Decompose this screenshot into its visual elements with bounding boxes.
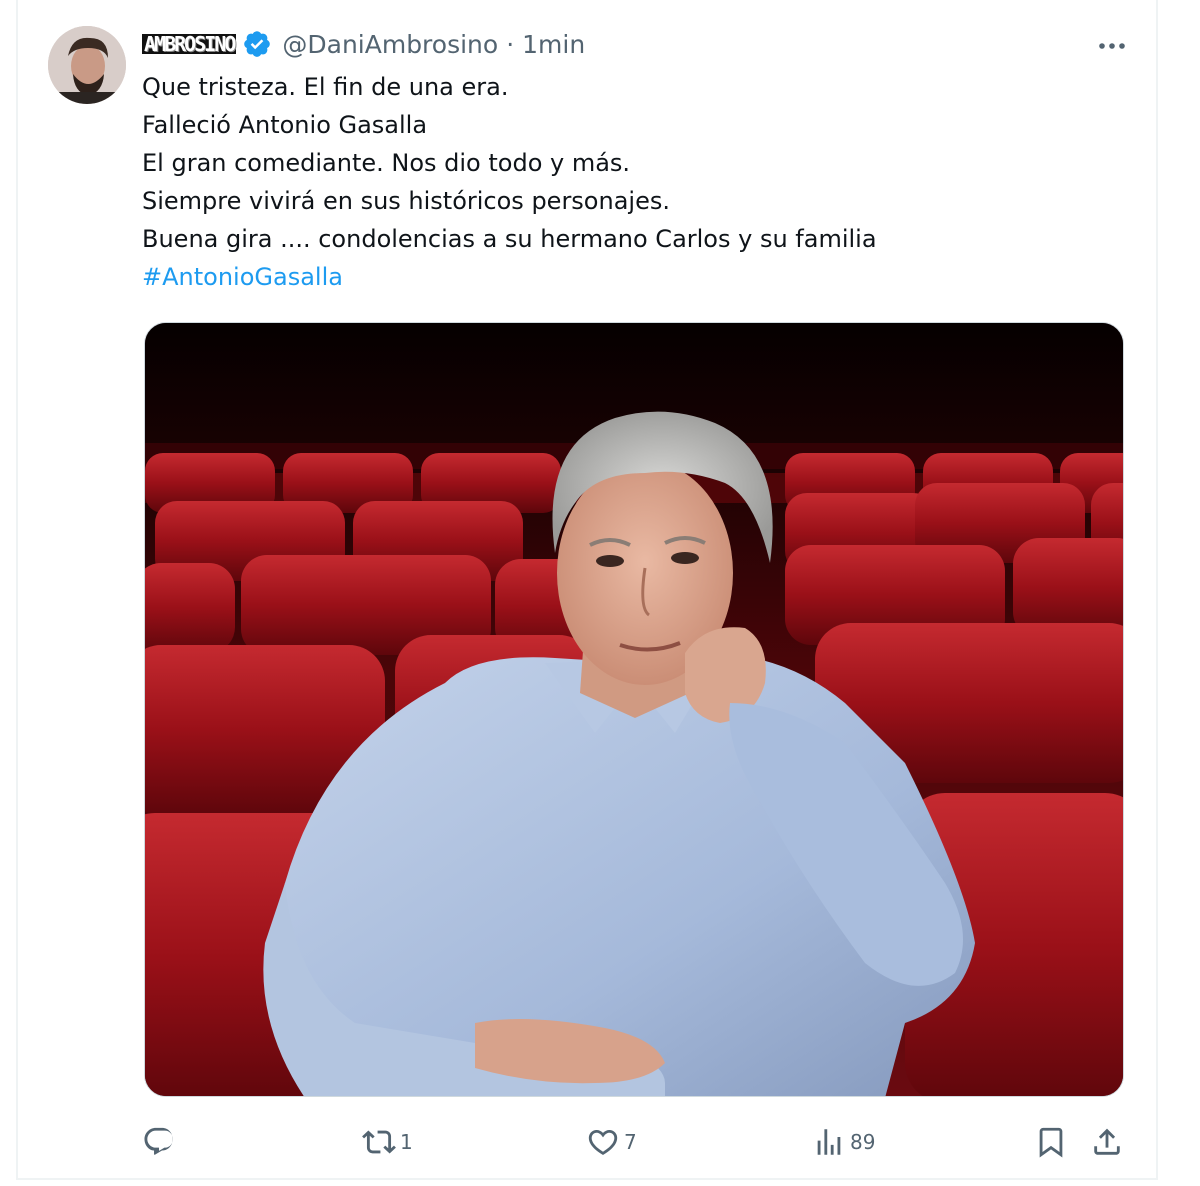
tweet-text-line: Que tristeza. El fin de una era. xyxy=(142,73,509,101)
like-button[interactable]: 7 xyxy=(586,1118,637,1166)
tweet-text-line: El gran comediante. Nos dio todo y más. xyxy=(142,149,631,177)
tweet-text-line: Siempre vivirá en sus históricos persona… xyxy=(142,187,670,215)
tweet-actions: 1 7 89 xyxy=(142,1118,1132,1166)
avatar[interactable] xyxy=(48,26,126,104)
heart-icon xyxy=(588,1129,618,1155)
bookmark-icon xyxy=(1039,1127,1063,1158)
tweet-text-line: Falleció Antonio Gasalla xyxy=(142,111,428,139)
more-options-button[interactable] xyxy=(1090,26,1134,66)
verified-badge-icon[interactable] xyxy=(242,29,272,59)
tweet-header: AMBROSINO @DaniAmbrosino · 1min xyxy=(142,24,585,64)
photo-icon xyxy=(145,323,1123,1096)
tweet-photo[interactable] xyxy=(144,322,1124,1097)
reply-icon xyxy=(144,1127,173,1155)
hashtag-link[interactable]: #AntonioGasalla xyxy=(142,258,1132,296)
avatar-image xyxy=(48,26,126,104)
share-button[interactable] xyxy=(1090,1118,1124,1166)
views-button[interactable]: 89 xyxy=(812,1118,875,1166)
retweet-count: 1 xyxy=(400,1130,413,1154)
separator-dot: · xyxy=(506,29,515,59)
retweet-button[interactable]: 1 xyxy=(362,1118,413,1166)
tweet-card[interactable]: AMBROSINO @DaniAmbrosino · 1min Que tris… xyxy=(16,0,1158,1180)
share-icon xyxy=(1094,1128,1120,1155)
more-dots-icon xyxy=(1099,43,1125,49)
tweet-timestamp[interactable]: 1min xyxy=(522,30,585,59)
author-handle[interactable]: @DaniAmbrosino xyxy=(282,30,498,59)
bookmark-button[interactable] xyxy=(1034,1118,1068,1166)
views-count: 89 xyxy=(850,1130,876,1154)
views-icon xyxy=(817,1129,841,1155)
reply-button[interactable] xyxy=(142,1118,180,1166)
tweet-text-line: Buena gira .... condolencias a su herman… xyxy=(142,225,877,253)
retweet-icon xyxy=(362,1130,396,1154)
like-count: 7 xyxy=(624,1130,637,1154)
tweet-text: Que tristeza. El fin de una era. Falleci… xyxy=(142,68,1132,296)
display-name[interactable]: AMBROSINO xyxy=(142,34,236,54)
